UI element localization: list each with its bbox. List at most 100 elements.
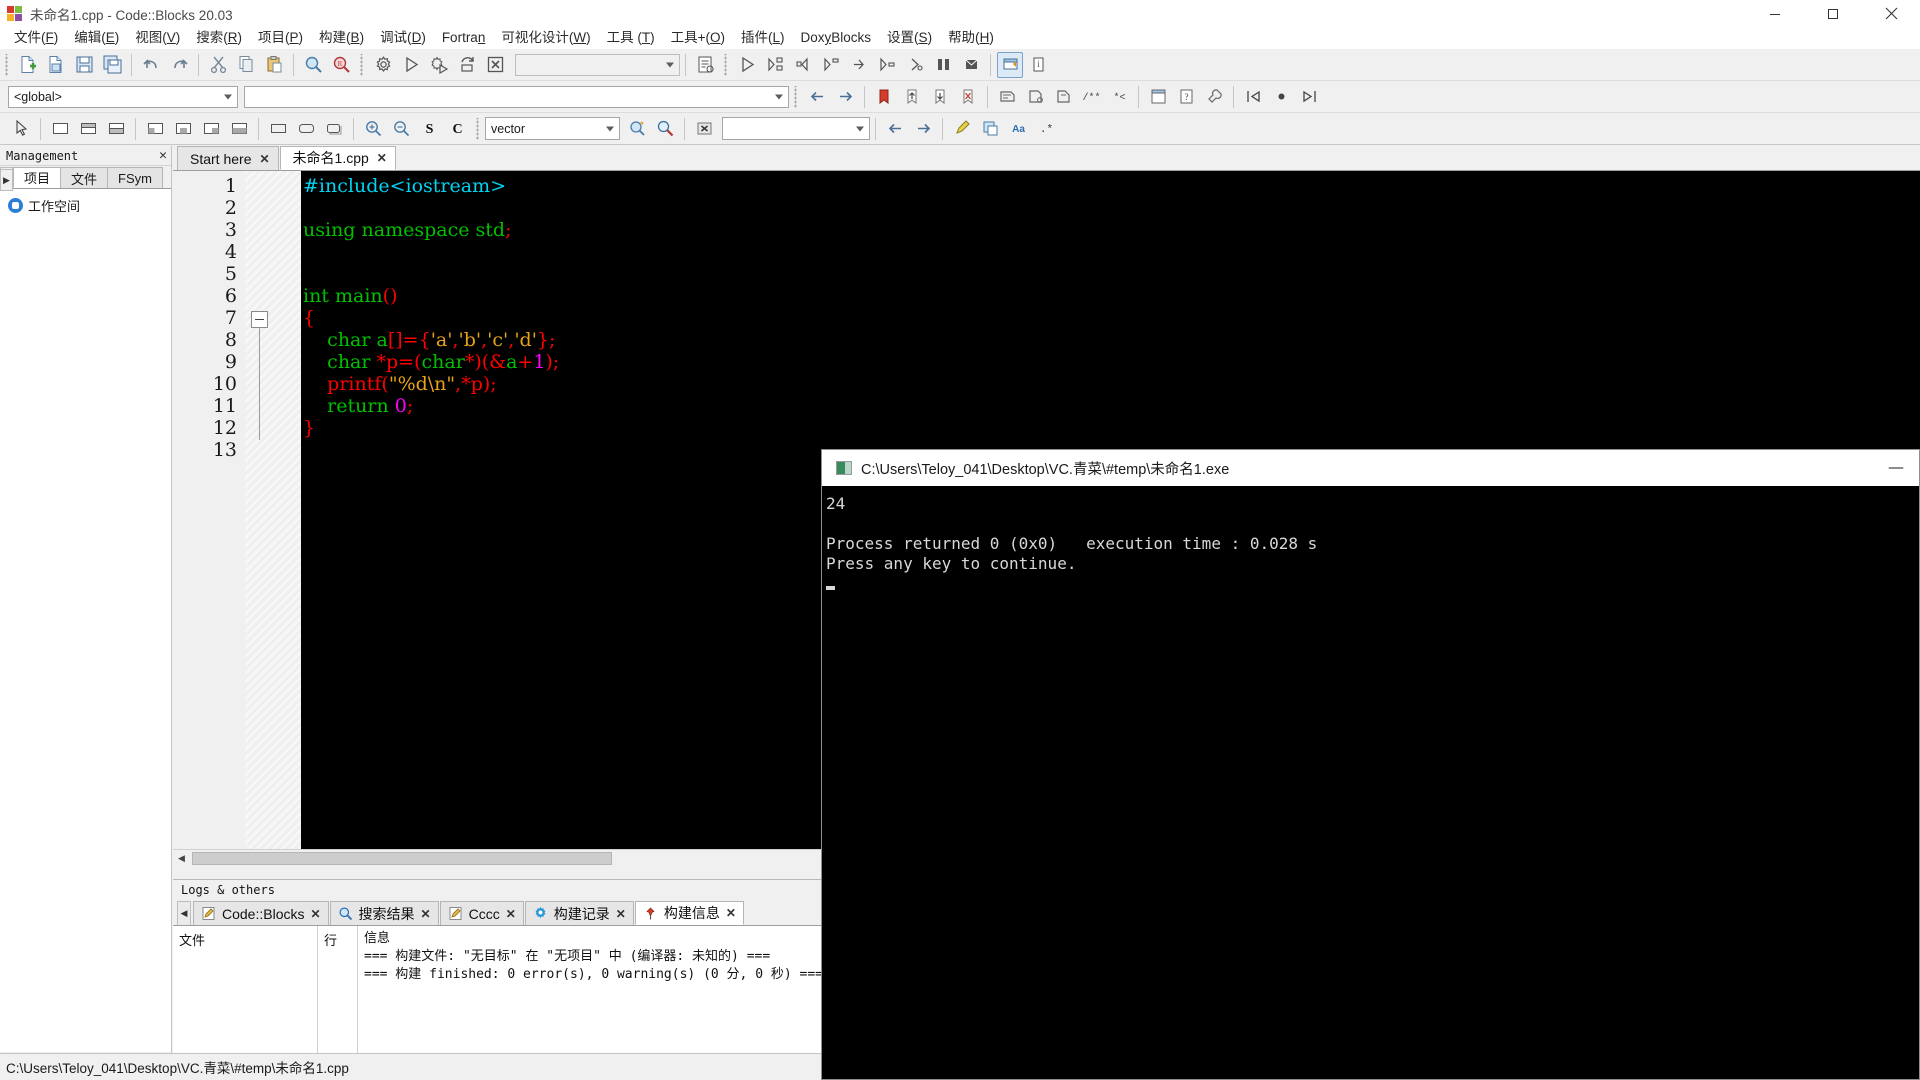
code-line[interactable]: char *p=(char*)(&a+1);	[301, 351, 1920, 373]
code-line[interactable]	[301, 263, 1920, 285]
undo-icon[interactable]	[138, 52, 164, 78]
doxyblocks-comment-icon[interactable]	[994, 84, 1020, 110]
abort-icon[interactable]	[482, 52, 508, 78]
build-options-icon[interactable]	[692, 52, 718, 78]
close-icon[interactable]: ✕	[421, 907, 431, 921]
debugging-windows-icon[interactable]	[997, 51, 1023, 78]
debug-step-into-icon[interactable]	[818, 52, 844, 78]
menu-item-4[interactable]: 项目(P)	[250, 27, 311, 49]
close-icon[interactable]: ✕	[726, 906, 736, 920]
debug-next-instruction-icon[interactable]	[874, 52, 900, 78]
redo-icon[interactable]	[166, 52, 192, 78]
various-info-icon[interactable]: i	[1025, 52, 1051, 78]
close-icon[interactable]: ✕	[159, 148, 167, 163]
find-icon[interactable]	[300, 52, 326, 78]
debug-next-line-icon[interactable]	[790, 52, 816, 78]
forward-icon[interactable]	[832, 84, 858, 110]
jump-home-icon[interactable]	[1268, 84, 1294, 110]
menu-item-9[interactable]: 工具 (T)	[599, 27, 663, 49]
doxyblocks-run-icon[interactable]: /**	[1078, 84, 1104, 110]
back-icon[interactable]	[804, 84, 830, 110]
box-shadow-icon[interactable]	[321, 116, 347, 142]
save-icon[interactable]	[71, 52, 97, 78]
management-tab-1[interactable]: 文件	[60, 167, 109, 188]
next-icon[interactable]	[910, 116, 936, 142]
menu-item-3[interactable]: 搜索(R)	[188, 27, 250, 49]
scroll-thumb[interactable]	[192, 851, 612, 865]
toolbar-grip[interactable]	[3, 53, 11, 76]
code-line[interactable]	[301, 241, 1920, 263]
management-tab-next-arrow[interactable]: ▶	[0, 169, 13, 191]
highlight-icon[interactable]	[949, 116, 975, 142]
code-line[interactable]: #include<iostream>	[301, 175, 1920, 197]
management-tab-2[interactable]: FSym	[107, 167, 163, 188]
toolbar-grip[interactable]	[722, 53, 730, 76]
logs-tab-1[interactable]: 搜索结果 ✕	[329, 901, 439, 925]
search-input[interactable]: vector	[485, 117, 620, 140]
menu-item-11[interactable]: 插件(L)	[733, 27, 793, 49]
menu-item-6[interactable]: 调试(D)	[372, 27, 434, 49]
replace-icon[interactable]: R	[328, 52, 354, 78]
menu-item-12[interactable]: DoxyBlocks	[793, 27, 880, 49]
fold-toggle-icon[interactable]	[251, 311, 268, 328]
secondary-search-combo[interactable]	[722, 117, 870, 140]
logs-tab-0[interactable]: Code::Blocks ✕	[193, 901, 329, 925]
new-file-icon[interactable]	[15, 52, 41, 78]
maximize-button[interactable]	[1804, 0, 1862, 27]
code-line[interactable]: char a[]={'a','b','c','d'};	[301, 329, 1920, 351]
debug-step-out-icon[interactable]	[846, 52, 872, 78]
code-line[interactable]: using namespace std;	[301, 219, 1920, 241]
console-window[interactable]: C:\Users\Teloy_041\Desktop\VC.青菜\#temp\未…	[821, 449, 1920, 1080]
doxyblocks-config-icon[interactable]	[1145, 84, 1171, 110]
code-line[interactable]: int main()	[301, 285, 1920, 307]
menu-item-14[interactable]: 帮助(H)	[940, 27, 1002, 49]
next-bookmark-icon[interactable]	[927, 84, 953, 110]
close-icon[interactable]: ✕	[377, 151, 387, 165]
doxyblocks-wrench-icon[interactable]	[1201, 84, 1227, 110]
jump-forward-icon[interactable]	[1296, 84, 1322, 110]
scope-combo[interactable]: <global>	[8, 85, 238, 108]
editor-tab-0[interactable]: Start here ✕	[177, 146, 279, 170]
sizer-h-icon[interactable]	[75, 116, 101, 142]
toolbar-grip[interactable]	[792, 85, 800, 108]
search-clear-icon[interactable]	[691, 116, 717, 142]
function-combo[interactable]	[244, 85, 789, 108]
sizer-grid-icon[interactable]	[103, 116, 129, 142]
translate-icon[interactable]	[977, 116, 1003, 142]
paste-icon[interactable]	[261, 52, 287, 78]
symbol-s-icon[interactable]: S	[416, 116, 442, 142]
clear-bookmarks-icon[interactable]	[955, 84, 981, 110]
save-all-icon[interactable]	[99, 52, 125, 78]
align-right-icon[interactable]	[198, 116, 224, 142]
prev-bookmark-icon[interactable]	[899, 84, 925, 110]
run-icon[interactable]	[398, 52, 424, 78]
cut-icon[interactable]	[205, 52, 231, 78]
align-left-icon[interactable]	[142, 116, 168, 142]
console-minimize-button[interactable]: —	[1873, 450, 1919, 486]
logs-tab-4[interactable]: 构建信息 ✕	[634, 901, 744, 925]
code-line[interactable]: {	[301, 307, 1920, 329]
open-file-icon[interactable]	[43, 52, 69, 78]
close-icon[interactable]: ✕	[259, 152, 269, 166]
fold-margin[interactable]	[245, 171, 301, 849]
toolbar-grip[interactable]	[358, 53, 366, 76]
toolbar-grip[interactable]	[474, 117, 482, 140]
menu-item-2[interactable]: 视图(V)	[127, 27, 188, 49]
align-justify-icon[interactable]	[226, 116, 252, 142]
copy-icon[interactable]	[233, 52, 259, 78]
close-icon[interactable]: ✕	[616, 907, 626, 921]
debug-step-into-instruction-icon[interactable]	[902, 52, 928, 78]
search-find-icon[interactable]	[652, 116, 678, 142]
debug-continue-icon[interactable]	[734, 52, 760, 78]
jump-back-icon[interactable]	[1240, 84, 1266, 110]
menu-item-1[interactable]: 编辑(E)	[66, 27, 127, 49]
menu-item-0[interactable]: 文件(F)	[6, 27, 66, 49]
build-and-run-icon[interactable]	[426, 52, 452, 78]
management-tab-0[interactable]: 项目	[13, 167, 62, 188]
menu-item-10[interactable]: 工具+(O)	[663, 27, 733, 49]
doxyblocks-extract-icon[interactable]: *<	[1106, 84, 1132, 110]
build-icon[interactable]	[370, 52, 396, 78]
close-icon[interactable]: ✕	[506, 907, 516, 921]
close-button[interactable]	[1862, 0, 1920, 27]
tree-item-workspace[interactable]: 工作空间	[0, 195, 171, 215]
